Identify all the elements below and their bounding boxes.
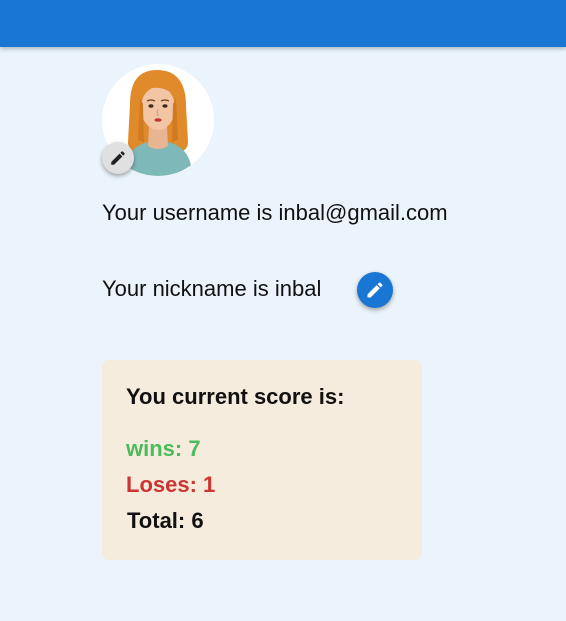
avatar-edit-button[interactable] [102, 142, 134, 174]
wins-row: wins: 7 [126, 436, 201, 462]
pencil-icon [367, 282, 383, 298]
username-value: inbal@gmail.com [278, 200, 448, 225]
username-line: Your username is inbal@gmail.com [102, 200, 448, 226]
nickname-label: Your nickname is [102, 276, 275, 301]
wins-label: wins: [126, 436, 189, 461]
app-bar [0, 0, 566, 47]
loses-label: Loses: [126, 472, 204, 497]
username-label: Your username is [102, 200, 279, 225]
loses-value: 1 [203, 472, 216, 497]
edit-nickname-button[interactable] [357, 272, 393, 308]
wins-value: 7 [188, 436, 201, 461]
pencil-icon [111, 151, 125, 165]
total-label: Total: [127, 508, 192, 533]
total-row: Total: 6 [127, 508, 204, 534]
nickname-line: Your nickname is inbal [102, 276, 321, 302]
score-card: You current score is: wins: 7 Loses: 1 T… [102, 360, 422, 560]
score-title: You current score is: [126, 384, 345, 409]
total-value: 6 [191, 508, 204, 533]
avatar-container [102, 64, 214, 176]
loses-row: Loses: 1 [126, 472, 215, 498]
nickname-value: inbal [274, 276, 322, 301]
